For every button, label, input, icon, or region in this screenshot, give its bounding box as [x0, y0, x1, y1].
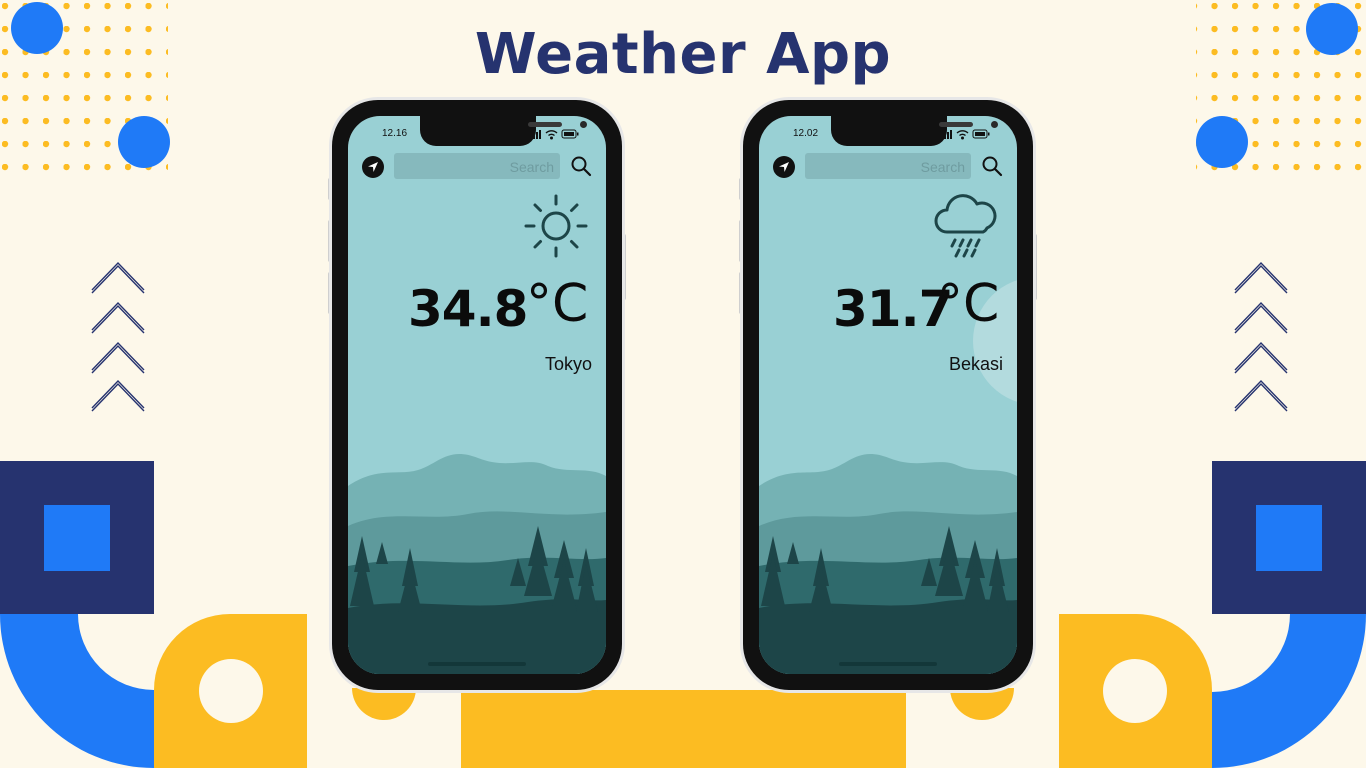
background-decoration [0, 0, 1366, 768]
power-button [622, 234, 626, 300]
page-title: Weather App [474, 22, 892, 87]
landscape-illustration [348, 453, 606, 674]
temperature-value: 34.8 [408, 280, 528, 338]
phone-screen: 12.02 Search 31.7 °C Bekasi [759, 116, 1017, 674]
temperature-value: 31.7 [833, 280, 953, 338]
phone-tokyo: 12.16 Search 34.8 °C Tokyo [328, 100, 626, 690]
temperature-unit: °C [937, 274, 1000, 334]
home-indicator [428, 662, 526, 666]
landscape-illustration [759, 453, 1017, 674]
city-name: Bekasi [948, 354, 1003, 374]
phone-bekasi: 12.02 Search 31.7 °C Bekasi [739, 100, 1037, 690]
temperature-group: 31.7 °C [759, 116, 1017, 346]
temperature-unit: °C [526, 274, 589, 334]
temperature-group: 34.8 °C [348, 116, 606, 346]
power-button [1033, 234, 1037, 300]
phone-screen: 12.16 Search 34.8 °C Tokyo [348, 116, 606, 674]
city-name: Tokyo [544, 354, 592, 374]
home-indicator [839, 662, 937, 666]
